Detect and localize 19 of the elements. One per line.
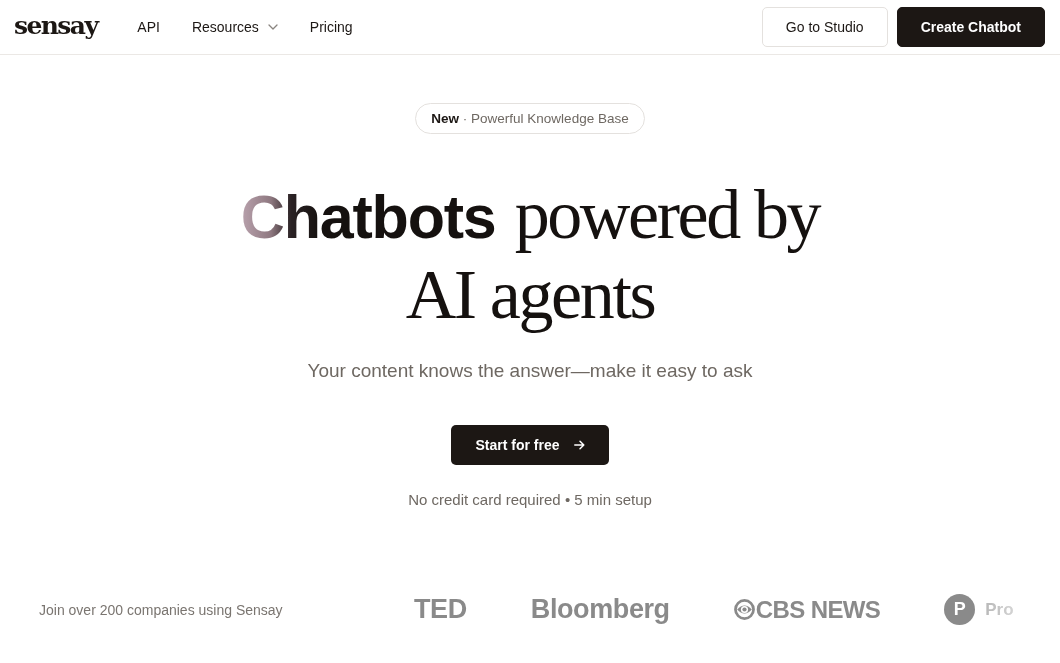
company-wordmark: Bloomberg xyxy=(530,594,670,625)
nav-link[interactable]: API xyxy=(137,19,160,35)
companies-caption: Join over 200 companies using Sensay xyxy=(39,601,284,618)
chevron-down-icon xyxy=(267,24,278,30)
company-wordmark: Pro xyxy=(985,599,1014,620)
brand-logo[interactable]: sensay xyxy=(14,13,98,38)
eye-icon xyxy=(733,599,755,620)
subtitle: Your content knows the answer—make it easy to ask xyxy=(307,359,753,383)
start-button[interactable]: Start for free xyxy=(451,425,609,465)
setup-note: No credit card required • 5 min setup xyxy=(408,490,652,510)
company-wordmark: CBS NEWS xyxy=(755,595,881,624)
nav-dropdown[interactable]: Resources xyxy=(191,19,278,35)
arrow-right-icon xyxy=(573,440,585,450)
studio-button[interactable]: Go to Studio xyxy=(761,7,888,47)
nav-link[interactable]: Pricing xyxy=(309,19,353,35)
create-chatbot-button[interactable]: Create Chatbot xyxy=(896,7,1045,47)
company-wordmark: TED xyxy=(414,594,467,625)
logo-monogram: P xyxy=(944,594,976,625)
headline: Chatbots powered by AI agents xyxy=(240,176,820,334)
